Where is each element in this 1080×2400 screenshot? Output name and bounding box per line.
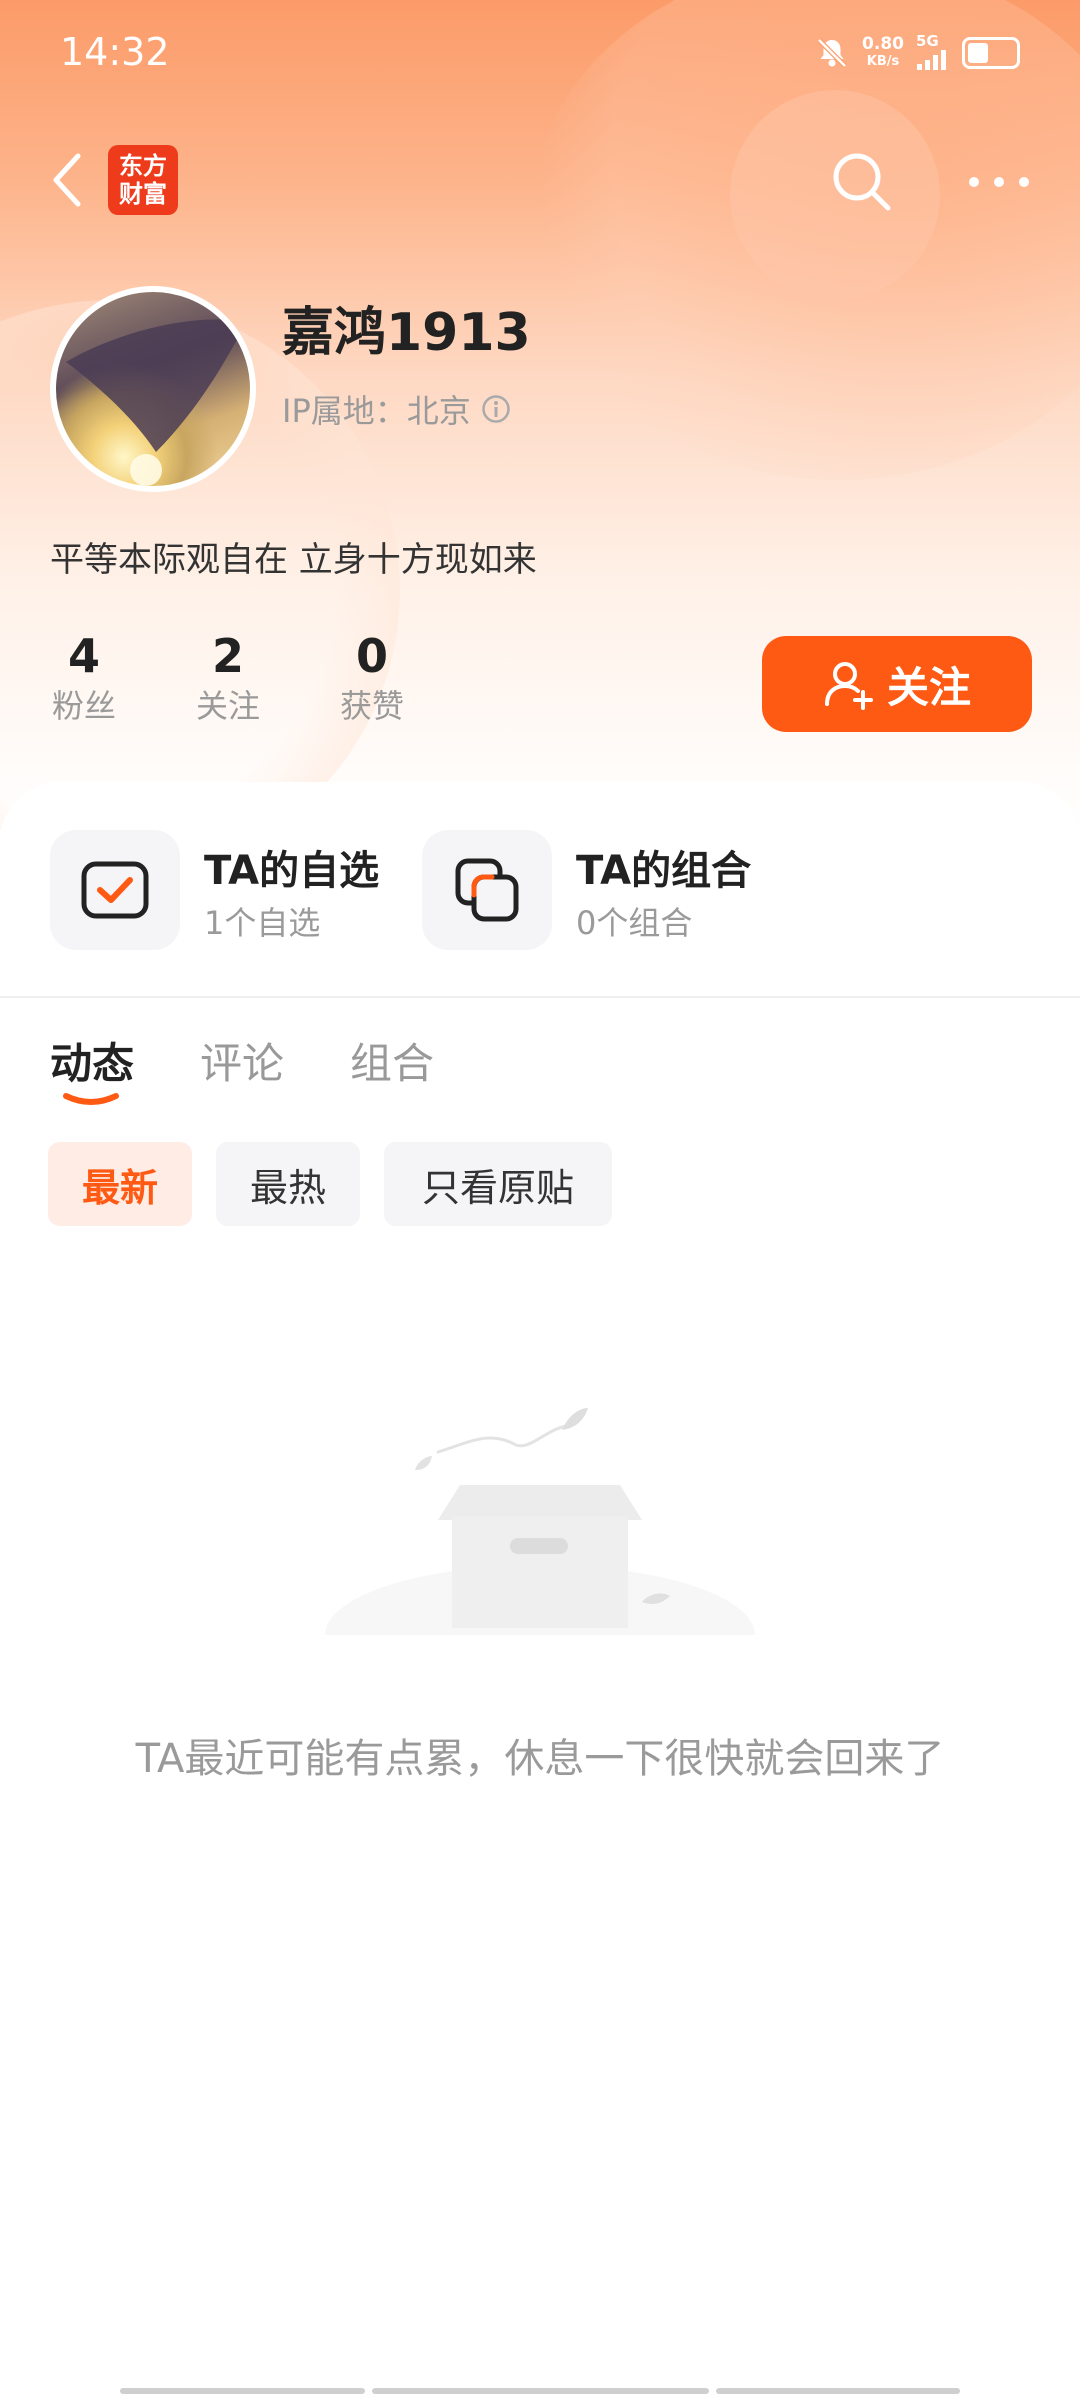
ip-location-label: IP属地：北京 — [282, 392, 471, 430]
signal-icon — [917, 50, 946, 70]
feature-subtitle: 0个组合 — [576, 904, 693, 942]
info-icon[interactable] — [481, 394, 511, 424]
add-user-icon — [824, 662, 873, 710]
follow-button[interactable]: 关注 — [762, 636, 1032, 732]
profile-bio: 平等本际观自在 立身十方现如来 — [50, 540, 537, 580]
feature-title: TA的组合 — [576, 848, 752, 894]
stat-label: 关注 — [195, 687, 260, 725]
gesture-bar-segment — [120, 2388, 365, 2394]
bell-muted-icon — [817, 37, 847, 68]
avatar[interactable] — [50, 286, 256, 492]
stat-label: 获赞 — [339, 687, 404, 725]
feature-watchlist[interactable]: TA的自选 1个自选 — [50, 830, 410, 950]
status-icons: 0.80 KB/s 5G — [814, 34, 1020, 71]
feature-subtitle: 1个自选 — [204, 904, 321, 942]
stat-value: 4 — [67, 629, 100, 683]
signal-label: 5G — [916, 32, 939, 50]
app-logo[interactable]: 东方 财富 — [108, 145, 178, 215]
stat-value: 0 — [355, 629, 388, 683]
follow-button-label: 关注 — [886, 662, 971, 712]
gesture-bar-segment — [716, 2388, 960, 2394]
empty-box-illustration — [320, 1408, 760, 1660]
signal-group: 5G — [916, 34, 950, 71]
watchlist-icon-box — [50, 830, 180, 950]
filter-latest[interactable]: 最新 — [48, 1142, 192, 1226]
back-icon[interactable] — [44, 150, 94, 210]
ip-location: IP属地：北京 — [282, 386, 511, 432]
tab-portfolio[interactable]: 组合 — [350, 1030, 434, 1091]
username: 嘉鸿1913 — [282, 303, 531, 363]
feature-portfolio[interactable]: TA的组合 0个组合 — [422, 830, 802, 950]
status-bar: 14:32 0.80 KB/s 5G — [0, 0, 1080, 110]
stat-likes[interactable]: 0 获赞 — [312, 628, 432, 728]
tab-active-indicator — [63, 1093, 119, 1105]
stat-label: 粉丝 — [51, 687, 116, 725]
status-time: 14:32 — [60, 30, 170, 74]
feature-title: TA的自选 — [204, 848, 380, 894]
network-speed: 0.80 KB/s — [862, 33, 904, 69]
filter-original-only[interactable]: 只看原贴 — [384, 1142, 612, 1226]
filter-hottest[interactable]: 最热 — [216, 1142, 360, 1226]
section-divider — [0, 996, 1080, 998]
tab-comments[interactable]: 评论 — [200, 1030, 284, 1091]
portfolio-icon-box — [422, 830, 552, 950]
battery-icon — [962, 36, 1020, 69]
tab-dynamics[interactable]: 动态 — [50, 1030, 134, 1091]
stat-following[interactable]: 2 关注 — [168, 628, 288, 728]
search-icon[interactable] — [828, 148, 894, 214]
stat-fans[interactable]: 4 粉丝 — [24, 628, 144, 728]
top-nav: 东方 财富 — [0, 140, 1080, 220]
stat-value: 2 — [211, 629, 244, 683]
checkbox-icon — [81, 861, 149, 919]
empty-state-message: TA最近可能有点累，休息一下很快就会回来了 — [135, 1736, 945, 1782]
gesture-bar-segment — [372, 2388, 709, 2394]
more-icon[interactable] — [964, 162, 1034, 202]
portfolio-icon — [455, 858, 519, 922]
